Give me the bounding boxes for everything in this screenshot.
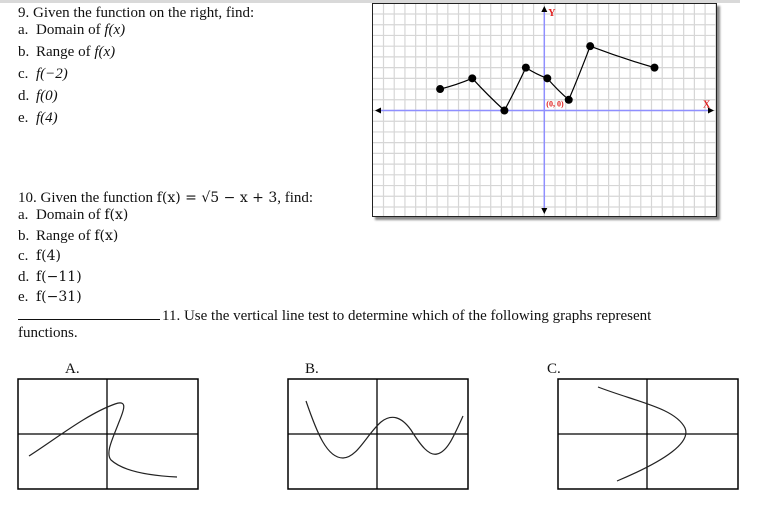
item-letter: a. [18,207,29,223]
q10-item: c. f(4) [18,247,61,265]
item-letter: e. [18,110,29,126]
item-letter: c. [18,66,29,82]
y-axis-up-arrow [541,6,548,12]
item-math: f(0) [36,88,58,104]
item-math: f(4) [36,248,62,264]
item-math: f(x) [94,227,119,244]
item-math: f(x) [94,44,116,60]
item-letter: a. [18,22,29,38]
data-point [543,74,552,83]
item-math: f(−11) [36,268,82,285]
graph-b-svg [287,378,469,490]
data-point [650,63,659,72]
item-letter: b. [18,227,30,244]
q10-item: b. Range of f(x) [18,227,118,245]
item-letter: e. [18,289,29,305]
y-axis-down-arrow [541,208,548,214]
item-text: Domain of [36,207,105,223]
q11-text-line1: 11. Use the vertical line test to determ… [162,308,652,324]
q11-text-line2: functions. [18,325,78,341]
data-point [564,95,573,104]
graph-c-label: C. [547,361,561,377]
q10-title-suffix: , find: [277,190,314,206]
q10-title: 10. Given the function f(x) = √5 − x + 3… [18,189,313,207]
x-axis-left-arrow [375,107,381,114]
y-axis-label: Y [548,8,556,19]
q9-title: 9. Given the function on the right, find… [18,5,255,21]
q9-item: d. f(0) [18,87,58,105]
q11-prompt-line: 11. Use the vertical line test to determ… [18,305,651,325]
graph-a-label: A. [65,361,80,377]
data-point [436,85,445,94]
q10-item: d. f(−11) [18,268,82,286]
item-text: Range of [36,227,95,244]
item-letter: c. [18,248,29,264]
graph-b-label: B. [305,361,319,377]
data-point [500,106,509,115]
item-letter: d. [18,88,30,104]
item-math: f(x) [104,207,129,223]
function-graph: Y X (0, 0) [372,3,717,217]
origin-label: (0, 0) [546,100,564,109]
graph-c [557,378,739,490]
graph-c-svg [557,378,739,490]
item-math: f(x) [104,22,126,38]
function-graph-svg: Y X (0, 0) [373,4,716,216]
item-letter: b. [18,44,30,60]
q9-item: b. Range of f(x) [18,43,115,61]
graph-b [287,378,469,490]
item-math: f(−2) [36,66,68,82]
data-point [468,74,477,83]
item-math: f(4) [36,110,58,126]
graph-a [17,378,199,490]
q10-item: a. Domain of f(x) [18,206,128,224]
answer-blank[interactable] [18,305,160,320]
q10-item: e. f(−31) [18,288,82,306]
graph-a-svg [17,378,199,490]
x-axis-label: X [703,100,711,111]
data-point [586,42,595,51]
data-point [521,63,530,72]
item-letter: d. [18,268,30,285]
item-text: Domain of [36,22,105,38]
q9-item: c. f(−2) [18,65,68,83]
q10-function-expression: f(x) = √5 − x + 3 [156,190,278,206]
item-math: f(−31) [36,289,82,305]
item-text: Range of [36,44,95,60]
graph-b-curve [305,400,464,459]
graph-a-curve [28,402,178,478]
q9-item: e. f(4) [18,109,58,127]
q9-item: a. Domain of f(x) [18,21,125,39]
q10-title-prefix: 10. Given the function [18,190,157,206]
